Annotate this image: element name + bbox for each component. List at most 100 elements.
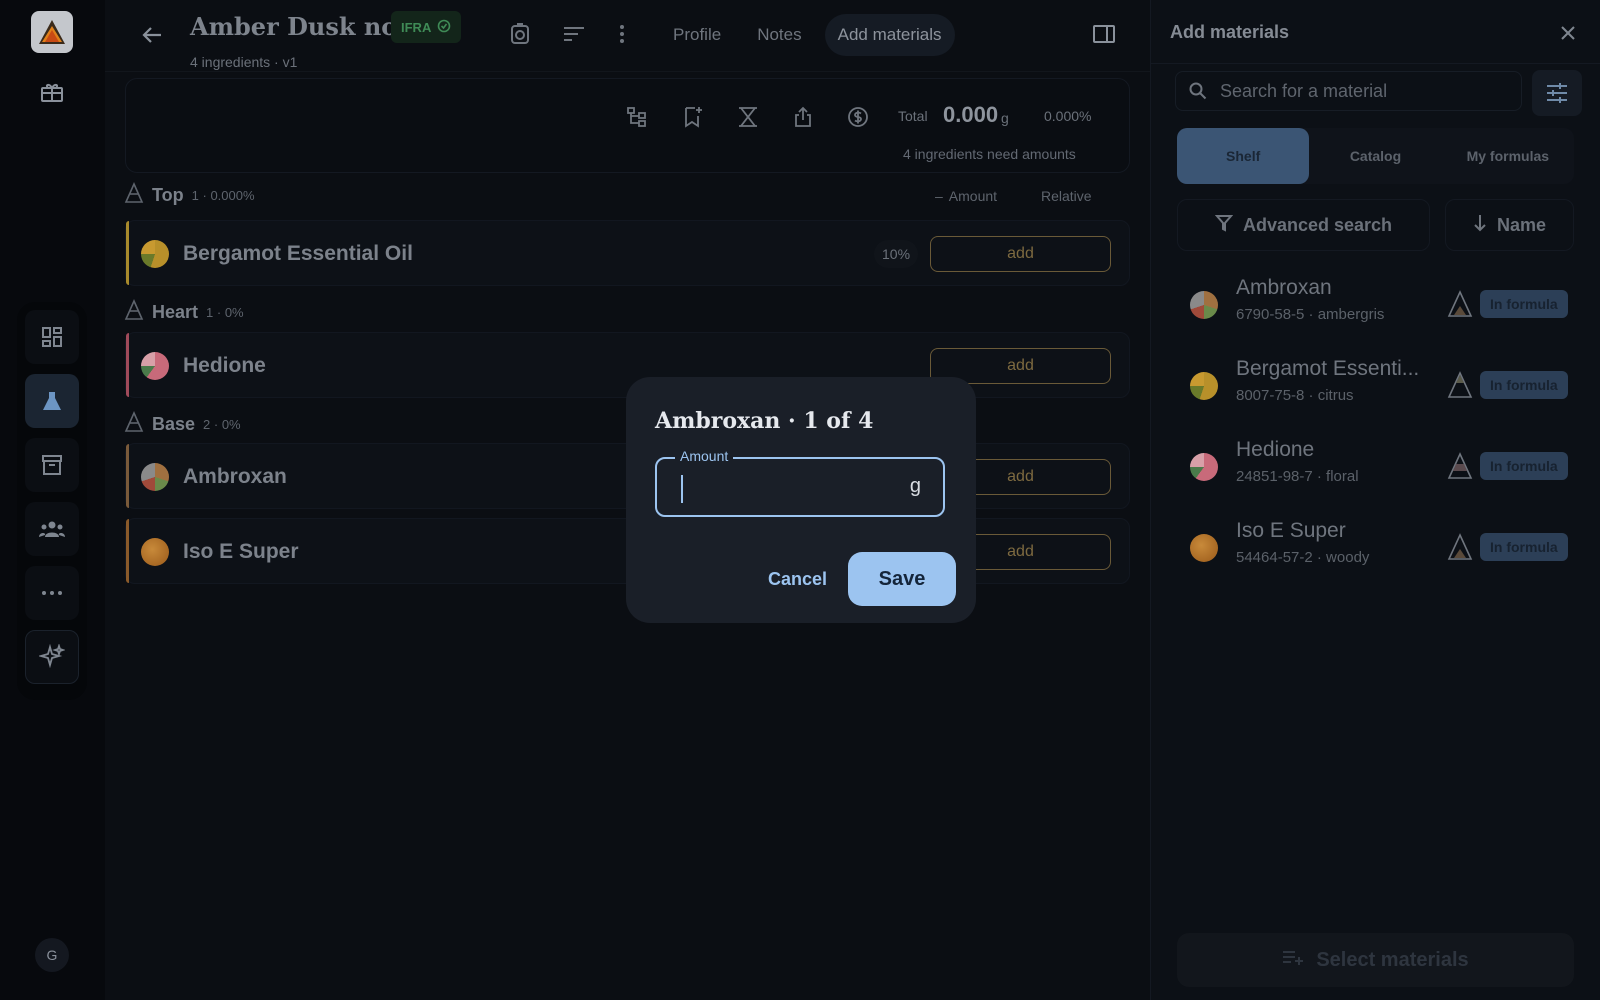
cancel-button[interactable]: Cancel: [756, 552, 839, 606]
select-materials-label: Select materials: [1316, 948, 1469, 971]
segment-shelf[interactable]: Shelf: [1177, 128, 1310, 184]
in-formula-badge: In formula: [1480, 371, 1568, 399]
amount-unit: g: [909, 475, 921, 497]
column-amount-label: Amount: [948, 188, 998, 204]
section-meta: 1 · 0.000%: [191, 188, 255, 203]
minus-icon: –: [935, 188, 943, 204]
app-logo-icon[interactable]: [31, 11, 73, 53]
archive-icon[interactable]: [25, 438, 79, 492]
tab-notes[interactable]: Notes: [744, 14, 814, 56]
material-name: Ambroxan: [1236, 276, 1332, 299]
amount-input[interactable]: [677, 473, 877, 503]
text-caret: [681, 475, 683, 503]
segment-catalog[interactable]: Catalog: [1309, 128, 1441, 184]
sort-icon[interactable]: [560, 20, 588, 48]
ingredient-swatch: [141, 463, 169, 491]
back-arrow-icon[interactable]: [137, 20, 167, 50]
ingredient-name: Ambroxan: [183, 465, 287, 488]
tab-profile[interactable]: Profile: [660, 14, 734, 56]
material-item[interactable]: Ambroxan 6790-58-5 · ambergris In formul…: [1177, 268, 1574, 338]
advanced-search-button[interactable]: Advanced search: [1177, 199, 1430, 251]
section-header-heart: Heart 1 · 0%: [124, 299, 244, 326]
flask-icon[interactable]: [25, 374, 79, 428]
section-name: Base: [152, 414, 196, 434]
more-icon[interactable]: [25, 566, 79, 620]
panel-icon[interactable]: [1090, 20, 1118, 48]
dialog-title: Ambroxan · 1 of 4: [655, 408, 874, 434]
sliders-icon[interactable]: [1532, 70, 1582, 116]
sort-button[interactable]: Name: [1445, 199, 1574, 251]
sparkle-icon[interactable]: [25, 630, 79, 684]
team-icon[interactable]: [25, 502, 79, 556]
hierarchy-icon[interactable]: [624, 103, 652, 131]
ingredient-name: Bergamot Essential Oil: [183, 242, 413, 265]
check-circle-icon: [437, 19, 451, 36]
total-percent: 0.000%: [1044, 108, 1092, 124]
in-formula-badge: In formula: [1480, 452, 1568, 480]
search-icon: [1176, 82, 1220, 100]
search-field[interactable]: [1175, 71, 1522, 111]
ingredient-accent: [126, 444, 129, 508]
column-amount[interactable]: – Amount: [935, 188, 997, 204]
pyramid-icon: [124, 182, 144, 209]
material-meta: 8007-75-8 · citrus: [1236, 387, 1354, 404]
amount-dialog: Ambroxan · 1 of 4 Amount g Cancel Save: [626, 377, 976, 623]
add-amount-button[interactable]: add: [930, 236, 1111, 272]
ingredient-accent: [126, 221, 129, 285]
gift-icon[interactable]: [38, 78, 66, 106]
total-unit: g: [1001, 110, 1009, 126]
playlist-add-icon: [1282, 949, 1304, 972]
avatar[interactable]: G: [35, 938, 69, 972]
tab-bar: Profile Notes Add materials: [660, 14, 955, 56]
save-button[interactable]: Save: [848, 552, 956, 606]
total-label: Total: [898, 108, 928, 124]
material-name: Hedione: [1236, 438, 1315, 461]
ingredient-swatch: [141, 538, 169, 566]
material-name: Iso E Super: [1236, 519, 1346, 542]
header-divider: [105, 71, 1150, 72]
source-segmented-control: Shelf Catalog My formulas: [1177, 128, 1574, 184]
timer-icon[interactable]: [506, 20, 534, 48]
material-swatch: [1190, 453, 1218, 481]
sort-label: Name: [1496, 214, 1547, 235]
amount-field-label: Amount: [675, 448, 734, 464]
dashboard-icon[interactable]: [25, 310, 79, 364]
bookmark-add-icon[interactable]: [679, 103, 707, 131]
close-icon[interactable]: [1555, 20, 1581, 46]
ingredient-row[interactable]: Bergamot Essential Oil 10% add: [125, 220, 1130, 286]
material-meta: 6790-58-5 · ambergris: [1236, 306, 1385, 323]
ingredient-percent-chip[interactable]: 10%: [874, 240, 919, 268]
pyramid-icon: [124, 411, 144, 438]
ingredient-name: Hedione: [183, 354, 266, 377]
select-materials-button[interactable]: Select materials: [1177, 933, 1574, 987]
material-meta: 24851-98-7 · floral: [1236, 468, 1359, 485]
material-item[interactable]: Bergamot Essenti... 8007-75-8 · citrus I…: [1177, 349, 1574, 419]
column-relative[interactable]: Relative: [1041, 188, 1092, 204]
material-swatch: [1190, 534, 1218, 562]
material-item[interactable]: Iso E Super 54464-57-2 · woody In formul…: [1177, 511, 1574, 581]
material-swatch: [1190, 372, 1218, 400]
segment-my-formulas[interactable]: My formulas: [1442, 128, 1574, 184]
hourglass-icon[interactable]: [734, 103, 762, 131]
pyramid-icon: [1447, 371, 1473, 398]
ingredient-accent: [126, 333, 129, 397]
need-amounts-note: 4 ingredients need amounts: [903, 146, 1076, 162]
amount-field[interactable]: Amount g: [655, 448, 945, 517]
arrow-down-icon: [1473, 214, 1487, 237]
search-input[interactable]: [1220, 80, 1510, 102]
material-item[interactable]: Hedione 24851-98-7 · floral In formula: [1177, 430, 1574, 500]
total-value: 0.000: [943, 102, 999, 127]
pyramid-icon: [1447, 290, 1473, 317]
dollar-icon[interactable]: [844, 103, 872, 131]
ingredient-row[interactable]: Hedione add: [125, 332, 1130, 398]
page-subtitle: 4 ingredients · v1: [190, 54, 298, 70]
kebab-icon[interactable]: [608, 20, 636, 48]
share-icon[interactable]: [789, 103, 817, 131]
ifra-badge[interactable]: IFRA: [391, 11, 462, 43]
in-formula-badge: In formula: [1480, 290, 1568, 318]
material-meta: 54464-57-2 · woody: [1236, 549, 1370, 566]
tab-add-materials[interactable]: Add materials: [824, 14, 955, 56]
section-meta: 2 · 0%: [203, 417, 241, 432]
section-name: Heart: [152, 302, 199, 322]
ingredient-swatch: [141, 352, 169, 380]
